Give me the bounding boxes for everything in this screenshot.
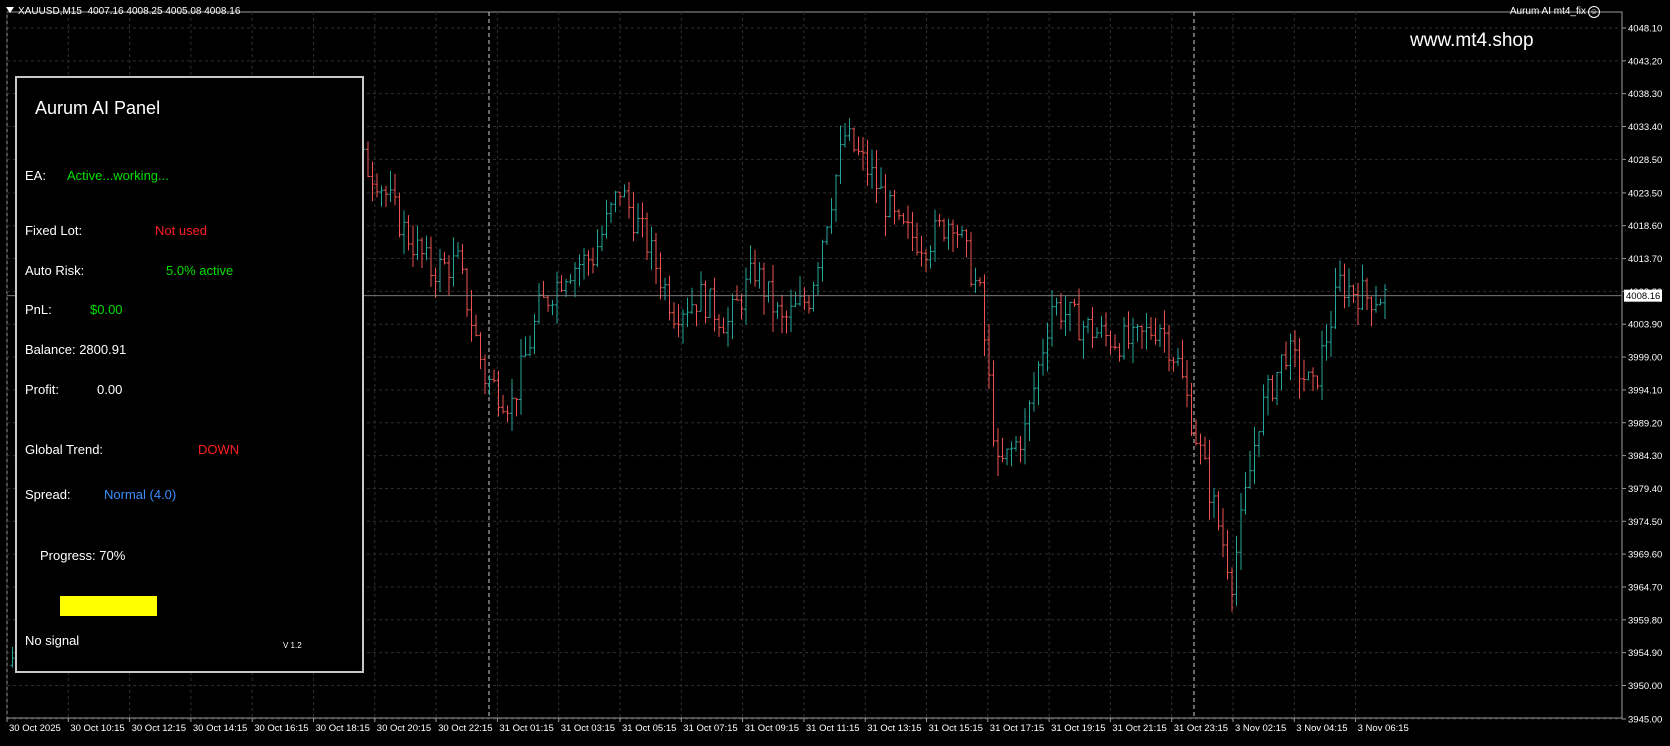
progress-text: Progress: 70%: [40, 548, 126, 563]
balance-text: Balance: 2800.91: [25, 342, 127, 357]
symbol-label: XAUUSD,M15: [18, 6, 82, 17]
ea-status: Active...working...: [67, 168, 169, 183]
progress-bar: [60, 596, 199, 616]
x-tick-label: 31 Oct 23:15: [1174, 723, 1228, 734]
ea-label: EA:: [25, 168, 46, 183]
y-tick-label: 3994.10: [1628, 385, 1662, 396]
profit-value: 0.00: [97, 382, 123, 397]
auto-risk-label: Auto Risk:: [25, 263, 85, 278]
global-trend-value: DOWN: [198, 442, 240, 457]
x-tick-label: 30 Oct 16:15: [254, 723, 308, 734]
x-tick-label: 31 Oct 13:15: [867, 723, 921, 734]
y-tick-label: 3945.00: [1628, 715, 1662, 726]
fixed-lot-label: Fixed Lot:: [25, 223, 83, 238]
y-tick-label: 3974.50: [1628, 517, 1662, 528]
current-price-label: 4008.16: [1626, 291, 1660, 302]
dropdown-arrow-icon[interactable]: [6, 7, 14, 13]
y-tick-label: 4048.10: [1628, 24, 1662, 35]
x-tick-label: 31 Oct 01:15: [499, 723, 553, 734]
y-tick-label: 3959.80: [1628, 615, 1662, 626]
y-tick-label: 4003.90: [1628, 320, 1662, 331]
pnl-value: $0.00: [90, 302, 123, 317]
smiley-icon[interactable]: ☺: [1588, 6, 1600, 18]
y-tick-label: 4013.70: [1628, 254, 1662, 265]
x-tick-label: 31 Oct 09:15: [745, 723, 799, 734]
y-tick-label: 3984.30: [1628, 451, 1662, 462]
x-tick-label: 3 Nov 02:15: [1235, 723, 1286, 734]
global-trend-label: Global Trend:: [25, 442, 104, 457]
progress-fill: [60, 596, 158, 616]
y-tick-label: 3954.90: [1628, 648, 1662, 659]
aurum-ai-panel: Aurum AI Panel EA: Active...working... F…: [15, 76, 364, 673]
panel-title: Aurum AI Panel: [35, 98, 161, 118]
fixed-lot-value: Not used: [155, 223, 208, 238]
profit-label: Profit:: [25, 382, 59, 397]
y-tick-label: 3950.00: [1628, 681, 1662, 692]
x-tick-label: 31 Oct 05:15: [622, 723, 676, 734]
y-tick-label: 4023.50: [1628, 188, 1662, 199]
x-tick-label: 30 Oct 14:15: [193, 723, 247, 734]
expert-advisor-name[interactable]: Aurum AI mt4_fix: [1510, 6, 1586, 17]
x-tick-label: 30 Oct 22:15: [438, 723, 492, 734]
y-tick-label: 3969.60: [1628, 550, 1662, 561]
watermark: www.mt4.shop: [1410, 30, 1534, 51]
spread-label: Spread:: [25, 487, 71, 502]
y-tick-label: 3989.20: [1628, 418, 1662, 429]
spread-value: Normal (4.0): [104, 487, 177, 502]
y-tick-label: 4018.60: [1628, 221, 1662, 232]
y-tick-label: 4028.50: [1628, 155, 1662, 166]
version-label: V 1.2: [283, 641, 302, 650]
y-tick-label: 3979.40: [1628, 484, 1662, 495]
chart-window[interactable]: 4048.10 4043.20 4038.30 4033.40 4028.50 4023.…: [0, 0, 1670, 746]
x-tick-label: 30 Oct 20:15: [377, 723, 431, 734]
auto-risk-value: 5.0% active: [166, 263, 234, 278]
pnl-label: PnL:: [25, 302, 52, 317]
chart-header: XAUUSD,M15 4007.16 4008.25 4005.08 4008.…: [6, 6, 240, 17]
x-tick-label: 3 Nov 04:15: [1296, 723, 1347, 734]
x-tick-label: 30 Oct 10:15: [70, 723, 124, 734]
x-tick-label: 31 Oct 19:15: [1051, 723, 1105, 734]
y-tick-label: 4033.40: [1628, 122, 1662, 133]
x-tick-label: 31 Oct 17:15: [990, 723, 1044, 734]
x-tick-label: 31 Oct 15:15: [929, 723, 983, 734]
y-tick-label: 3964.70: [1628, 582, 1662, 593]
x-tick-label: 31 Oct 07:15: [683, 723, 737, 734]
x-tick-label: 31 Oct 11:15: [806, 723, 860, 734]
signal-text: No signal: [25, 633, 80, 648]
ohlc-values: 4007.16 4008.25 4005.08 4008.16: [87, 6, 241, 17]
y-tick-label: 3999.00: [1628, 353, 1662, 364]
x-tick-label: 31 Oct 21:15: [1112, 723, 1166, 734]
y-tick-label: 4043.20: [1628, 56, 1662, 67]
x-tick-label: 30 Oct 2025: [9, 723, 61, 734]
x-tick-label: 30 Oct 18:15: [316, 723, 370, 734]
x-tick-label: 31 Oct 03:15: [561, 723, 615, 734]
x-tick-label: 30 Oct 12:15: [132, 723, 186, 734]
x-tick-label: 3 Nov 06:15: [1358, 723, 1409, 734]
y-tick-label: 4038.30: [1628, 89, 1662, 100]
